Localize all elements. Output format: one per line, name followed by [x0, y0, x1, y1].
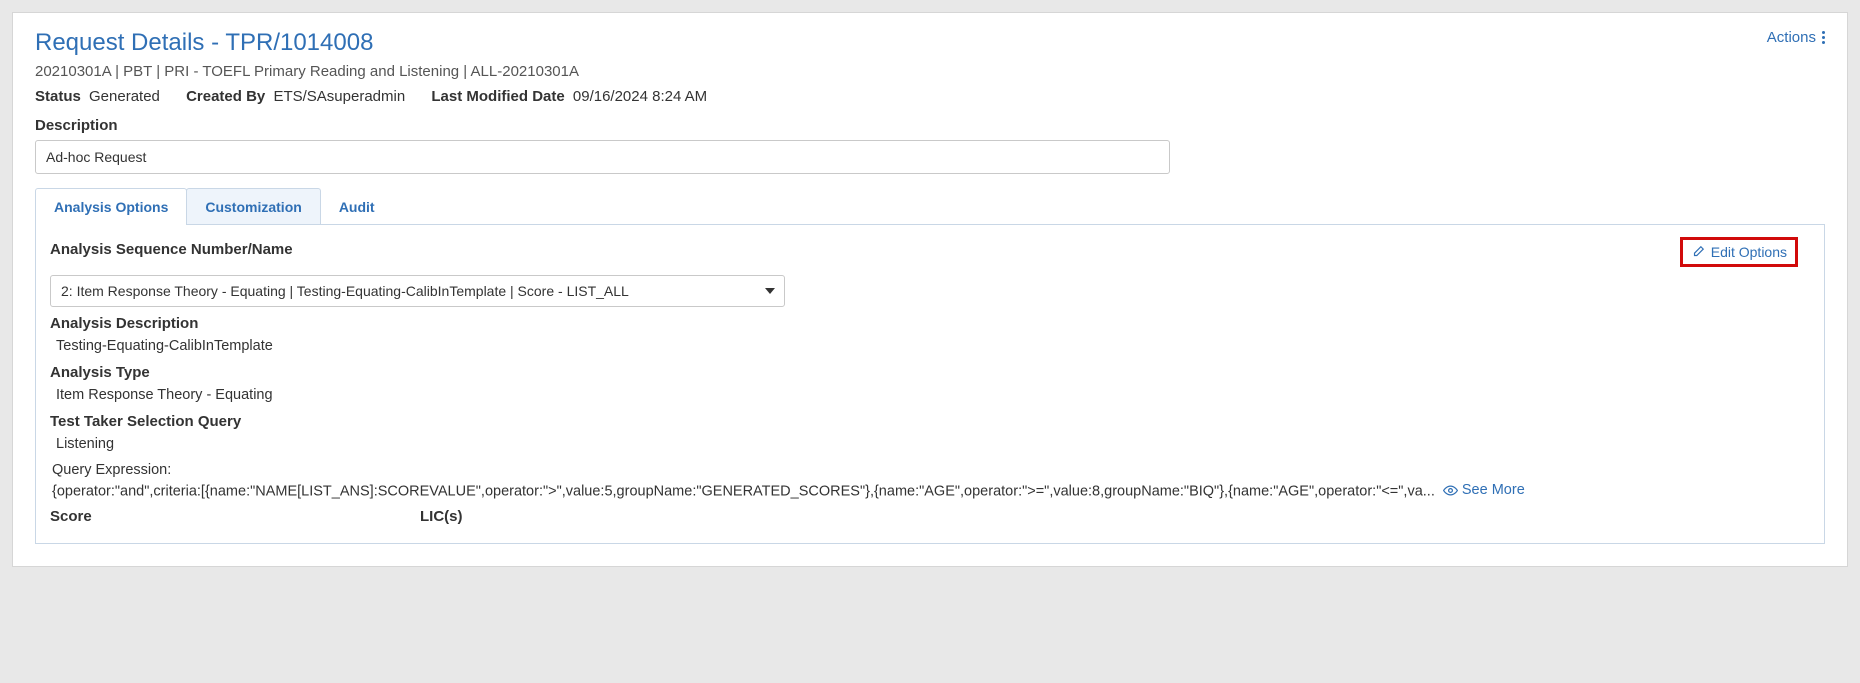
created-by-group: Created By ETS/SAsuperadmin [186, 88, 409, 105]
actions-menu[interactable]: Actions [1767, 29, 1825, 46]
tab-panel-analysis-options: Analysis Sequence Number/Name Edit Optio… [35, 224, 1825, 544]
kebab-icon [1822, 29, 1825, 46]
analysis-desc-value: Testing-Equating-CalibInTemplate [56, 338, 1798, 354]
eye-icon [1443, 485, 1458, 496]
edit-options-button[interactable]: Edit Options [1680, 237, 1798, 267]
analysis-seq-label: Analysis Sequence Number/Name [50, 241, 293, 258]
tab-analysis-options[interactable]: Analysis Options [35, 188, 187, 225]
edit-icon [1691, 245, 1705, 259]
tab-customization[interactable]: Customization [186, 188, 320, 225]
card-header: Request Details - TPR/1014008 20210301A … [35, 29, 1825, 117]
analysis-seq-select-wrap: 2: Item Response Theory - Equating | Tes… [50, 275, 785, 307]
query-expression-row: {operator:"and",criteria:[{name:"NAME[LI… [52, 482, 1798, 500]
seq-header-row: Analysis Sequence Number/Name Edit Optio… [50, 237, 1798, 267]
actions-label: Actions [1767, 29, 1816, 46]
last-modified-label: Last Modified Date [431, 88, 564, 105]
description-input[interactable] [35, 140, 1170, 174]
analysis-type-label: Analysis Type [50, 364, 1798, 381]
scroll-area[interactable]: Analysis Sequence Number/Name Edit Optio… [50, 237, 1810, 537]
request-details-card: Request Details - TPR/1014008 20210301A … [12, 12, 1848, 567]
lic-header: LIC(s) [420, 508, 463, 525]
last-modified-value: 09/16/2024 8:24 AM [573, 88, 707, 105]
analysis-type-value: Item Response Theory - Equating [56, 387, 1798, 403]
header-left: Request Details - TPR/1014008 20210301A … [35, 29, 729, 117]
query-expression-value: {operator:"and",criteria:[{name:"NAME[LI… [52, 484, 1435, 500]
tab-audit[interactable]: Audit [320, 188, 394, 225]
score-header: Score [50, 508, 420, 525]
page-title: Request Details - TPR/1014008 [35, 29, 729, 57]
tts-label: Test Taker Selection Query [50, 413, 1798, 430]
see-more-link[interactable]: See More [1443, 482, 1525, 498]
tab-bar: Analysis Options Customization Audit [35, 188, 1825, 225]
subtitle: 20210301A | PBT | PRI - TOEFL Primary Re… [35, 63, 729, 80]
query-expression-label: Query Expression: [52, 462, 1798, 478]
last-modified-group: Last Modified Date 09/16/2024 8:24 AM [431, 88, 707, 105]
analysis-desc-label: Analysis Description [50, 315, 1798, 332]
meta-row: Status Generated Created By ETS/SAsupera… [35, 88, 729, 105]
status-label: Status [35, 88, 81, 105]
created-by-value: ETS/SAsuperadmin [273, 88, 405, 105]
created-by-label: Created By [186, 88, 265, 105]
status-value: Generated [89, 88, 160, 105]
description-label: Description [35, 117, 1825, 134]
analysis-seq-select[interactable]: 2: Item Response Theory - Equating | Tes… [50, 275, 785, 307]
score-lic-headers: Score LIC(s) [50, 508, 1798, 525]
edit-options-label: Edit Options [1711, 244, 1787, 260]
see-more-label: See More [1462, 482, 1525, 498]
tts-value: Listening [56, 436, 1798, 452]
status-group: Status Generated [35, 88, 164, 105]
